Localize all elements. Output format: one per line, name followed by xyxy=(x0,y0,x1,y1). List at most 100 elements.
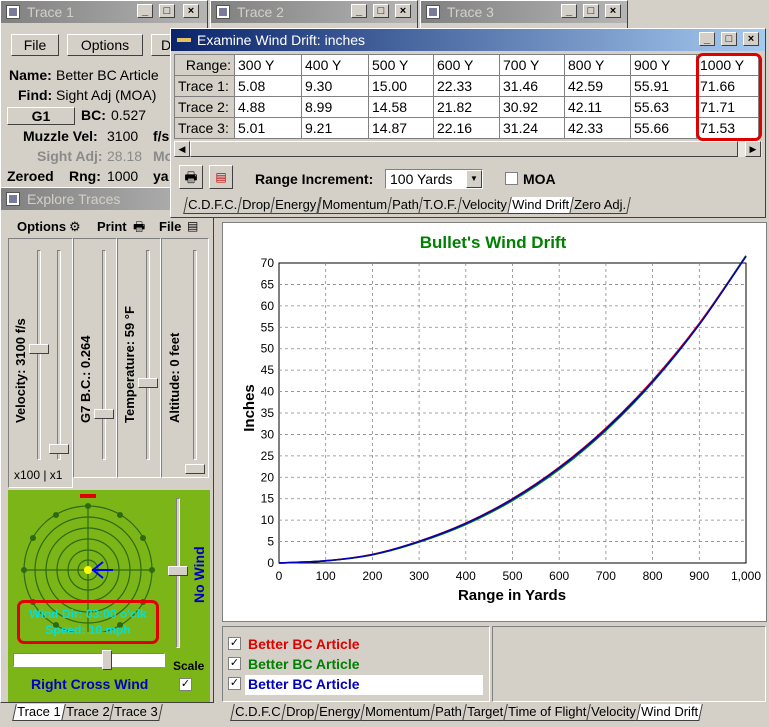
trace3-titlebar[interactable]: Trace 3 _ □ × xyxy=(421,1,627,23)
tab-cdfc-bottom[interactable]: C.D.F.C xyxy=(230,704,286,721)
wind-direction: Wind Dir: 03:00 o'clk xyxy=(29,607,147,621)
legend-panel: ✓ Better BC Article ✓ Better BC Article … xyxy=(222,626,490,702)
scroll-right-icon[interactable]: ▶ xyxy=(745,141,761,157)
tab-cdfc[interactable]: C.D.F.C. xyxy=(183,197,242,214)
maximize-icon[interactable]: □ xyxy=(159,4,175,18)
tab-target-bottom[interactable]: Target xyxy=(461,704,508,721)
table-cell: 42.59 xyxy=(564,75,631,97)
muzzle-label: Muzzle Vel: xyxy=(23,128,98,144)
range-increment-select[interactable]: 100 Yards ▼ xyxy=(385,169,483,189)
minimize-icon[interactable]: _ xyxy=(351,4,367,18)
tab-drop-bottom[interactable]: Drop xyxy=(280,704,319,721)
options-icon[interactable]: ⚙ xyxy=(69,219,81,235)
wind-direction-track[interactable] xyxy=(13,653,165,667)
maximize-icon[interactable]: □ xyxy=(583,4,599,18)
tab-trace-2[interactable]: Trace 2 xyxy=(60,704,114,721)
horizontal-scrollbar[interactable]: ◀ ▶ xyxy=(174,141,762,157)
temp-thumb[interactable] xyxy=(138,378,158,388)
minimize-icon[interactable]: _ xyxy=(699,32,715,46)
examine-titlebar[interactable]: Examine Wind Drift: inches _ □ × xyxy=(171,29,765,51)
alt-track[interactable] xyxy=(193,250,197,460)
scroll-left-icon[interactable]: ◀ xyxy=(174,141,190,157)
tab-momentum[interactable]: Momentum xyxy=(316,197,392,214)
wind-direction-thumb[interactable] xyxy=(102,650,112,670)
table-row[interactable]: Trace 1: 5.08 9.30 15.00 22.33 31.46 42.… xyxy=(174,75,759,97)
trace2-titlebar[interactable]: Trace 2 _ □ × xyxy=(211,1,417,23)
close-icon[interactable]: × xyxy=(605,4,621,18)
tab-energy-bottom[interactable]: Energy xyxy=(313,704,365,721)
tab-velocity-bottom[interactable]: Velocity xyxy=(586,704,641,721)
table-cell: 30.92 xyxy=(499,96,565,118)
maximize-icon[interactable]: □ xyxy=(721,32,737,46)
table-cell: 42.11 xyxy=(564,96,631,118)
tab-drop[interactable]: Drop xyxy=(237,197,276,214)
legend-checkbox-1[interactable]: ✓ xyxy=(228,637,241,650)
tab-tof[interactable]: T.O.F. xyxy=(418,197,463,214)
table-cell: 22.16 xyxy=(433,117,500,139)
trace-tabs: Trace 1 Trace 2 Trace 3 xyxy=(12,704,163,722)
scroll-thumb[interactable] xyxy=(190,141,738,157)
table-row[interactable]: Trace 3: 5.01 9.21 14.87 22.16 31.24 42.… xyxy=(174,117,759,139)
close-icon[interactable]: × xyxy=(395,4,411,18)
table-row[interactable]: Trace 2: 4.88 8.99 14.58 21.82 30.92 42.… xyxy=(174,96,759,118)
velocity-coarse-track[interactable] xyxy=(37,250,41,460)
alt-thumb[interactable] xyxy=(185,464,205,474)
scale-label: Scale xyxy=(173,659,205,673)
y-tick-label: 30 xyxy=(261,427,275,441)
y-tick-label: 60 xyxy=(261,299,275,313)
g1-button[interactable]: G1 xyxy=(7,107,75,125)
tab-zero-adj[interactable]: Zero Adj. xyxy=(569,197,631,214)
print-label[interactable]: Print xyxy=(97,219,127,234)
x-tick-label: 400 xyxy=(456,569,476,583)
file-icon[interactable]: ▤ xyxy=(187,219,198,233)
close-icon[interactable]: × xyxy=(743,32,759,46)
bc-thumb[interactable] xyxy=(94,409,114,419)
y-axis-label: Inches xyxy=(241,384,258,432)
options-menu-button[interactable]: Options xyxy=(67,34,143,56)
column-header: 600 Y xyxy=(433,54,500,76)
rng-label: Rng: xyxy=(69,168,101,184)
legend-checkbox-2[interactable]: ✓ xyxy=(228,657,241,670)
chart-title: Bullet's Wind Drift xyxy=(420,233,567,252)
tab-wind-drift[interactable]: Wind Drift xyxy=(507,197,574,214)
export-table-icon[interactable]: ▤ xyxy=(209,165,233,189)
tab-trace-3[interactable]: Trace 3 xyxy=(109,704,163,721)
print-table-icon[interactable]: 🖶 xyxy=(179,165,203,189)
y-tick-label: 5 xyxy=(267,535,274,549)
tab-energy[interactable]: Energy xyxy=(270,197,322,214)
minimize-icon[interactable]: _ xyxy=(137,4,153,18)
x-tick-label: 600 xyxy=(549,569,569,583)
app-icon xyxy=(6,5,20,19)
file-label[interactable]: File xyxy=(159,219,181,234)
moa-checkbox[interactable] xyxy=(505,172,518,185)
velocity-coarse-thumb[interactable] xyxy=(29,344,49,354)
legend-checkbox-3[interactable]: ✓ xyxy=(228,677,241,690)
tab-path-bottom[interactable]: Path xyxy=(430,704,467,721)
scale-checkbox[interactable]: ✓ xyxy=(179,678,192,691)
bc-track[interactable] xyxy=(102,250,106,460)
velocity-fine-track[interactable] xyxy=(57,250,61,460)
table-cell: 42.33 xyxy=(564,117,631,139)
tab-momentum-bottom[interactable]: Momentum xyxy=(360,704,435,721)
chevron-down-icon[interactable]: ▼ xyxy=(466,170,482,188)
temp-track[interactable] xyxy=(146,250,150,460)
tab-velocity[interactable]: Velocity xyxy=(457,197,512,214)
temp-label: Temperature: 59 °F xyxy=(122,306,137,423)
tab-wind-drift-bottom[interactable]: Wind Drift xyxy=(636,704,703,721)
velocity-fine-thumb[interactable] xyxy=(49,444,69,454)
explore-traces-panel: Explore Traces Options ⚙ Print 🖶 File ▤ … xyxy=(0,187,214,703)
wind-speed-thumb[interactable] xyxy=(168,566,188,576)
trace1-titlebar[interactable]: Trace 1 _ □ × xyxy=(1,1,207,23)
no-wind-label: No Wind xyxy=(191,546,207,603)
minimize-icon[interactable]: _ xyxy=(561,4,577,18)
tab-trace-1[interactable]: Trace 1 xyxy=(12,704,66,721)
options-label[interactable]: Options xyxy=(17,219,66,234)
maximize-icon[interactable]: □ xyxy=(373,4,389,18)
file-menu-button[interactable]: File xyxy=(11,34,59,56)
tab-tof-bottom[interactable]: Time of Flight xyxy=(503,704,591,721)
printer-icon[interactable]: 🖶 xyxy=(133,218,145,240)
examine-tabs: C.D.F.C. Drop Energy Momentum Path T.O.F… xyxy=(183,197,631,215)
close-icon[interactable]: × xyxy=(183,4,199,18)
table-cell: 8.99 xyxy=(301,96,369,118)
examine-window: Examine Wind Drift: inches _ □ × Range: … xyxy=(170,28,766,218)
